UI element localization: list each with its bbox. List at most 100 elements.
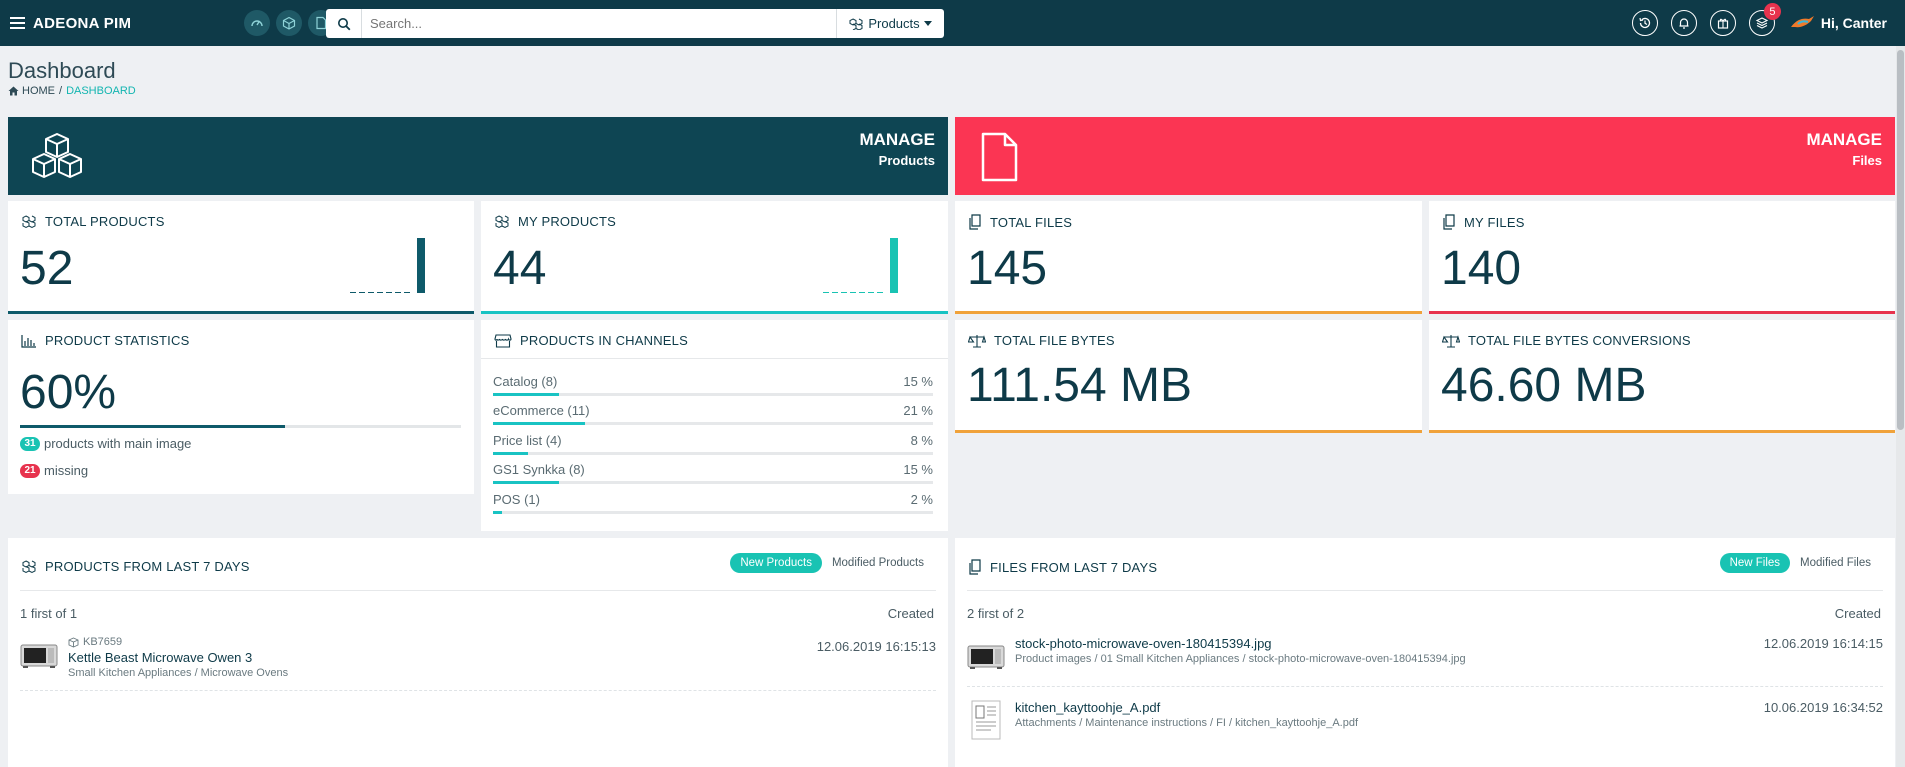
spark-dash [841,291,847,293]
manage-files-card[interactable]: MANAGE Files [955,117,1895,195]
channel-row[interactable]: Catalog (8) 15 % [493,374,933,396]
channel-bar-fill [493,422,586,425]
channel-bar-fill [493,393,559,396]
channel-bar [493,511,933,514]
bar-chart-icon [21,334,36,348]
spark-dash [404,291,410,293]
channel-name: GS1 Synkka (8) [493,462,585,477]
microwave-thumbnail [20,644,58,668]
tab-new-files[interactable]: New Files [1719,553,1791,573]
products-cube-icon[interactable] [276,10,303,36]
my-files-card[interactable]: MY FILES 140 [1429,201,1895,314]
home-icon [8,86,19,96]
spark-dash [386,291,392,293]
products-in-channels-card[interactable]: PRODUCTS IN CHANNELS Catalog (8) 15 % eCo… [481,320,948,531]
vertical-scrollbar[interactable] [1896,46,1905,767]
product-name[interactable]: Kettle Beast Microwave Owen 3 [68,650,288,665]
tab-modified-products[interactable]: Modified Products [822,553,934,573]
card-underline [955,311,1422,314]
files-created-header: Created [1834,606,1881,621]
menu-icon[interactable] [10,17,25,29]
channel-name: POS (1) [493,492,540,507]
channel-row[interactable]: eCommerce (11) 21 % [493,403,933,425]
spark-dash [868,291,874,293]
manage-files-subtitle: Files [1852,153,1882,168]
dashboard-icon[interactable] [244,10,271,36]
search-icon[interactable] [326,9,362,38]
product-code: KB7659 [83,636,123,648]
channel-bar [493,481,933,484]
channel-name: Catalog (8) [493,374,558,389]
my-files-label-text: MY FILES [1464,214,1525,230]
conversions-label-text: TOTAL FILE BYTES CONVERSIONS [1468,333,1691,348]
total-file-bytes-label: TOTAL FILE BYTES [968,333,1115,348]
spark-dash [859,291,865,293]
search-scope-dropdown[interactable]: Products [836,9,944,38]
table-row[interactable]: stock-photo-microwave-oven-180415394.jpg… [967,636,1883,682]
channel-name: eCommerce (11) [493,403,590,418]
total-products-value: 52 [20,242,74,295]
table-row[interactable]: kitchen_kayttoohje_A.pdf Attachments / M… [967,700,1883,750]
file-icon [975,131,1023,188]
search-input[interactable] [362,10,836,37]
channel-percent: 15 % [903,374,933,389]
file-name[interactable]: stock-photo-microwave-oven-180415394.jpg [1015,636,1466,651]
card-underline [1429,311,1895,314]
my-products-sparkline [823,238,898,293]
total-products-sparkline [350,238,425,293]
total-products-card[interactable]: TOTAL PRODUCTS 52 [8,201,474,314]
manage-products-card[interactable]: MANAGE Products [8,117,948,195]
my-files-label: MY FILES [1442,214,1525,230]
spark-dash [395,291,401,293]
gift-icon[interactable] [1709,10,1736,36]
scrollbar-thumb[interactable] [1897,50,1904,430]
channel-percent: 2 % [910,492,933,507]
channel-row[interactable]: GS1 Synkka (8) 15 % [493,462,933,484]
layers-icon[interactable]: 5 [1748,3,1781,36]
product-statistics-value: 60% [20,366,117,419]
channel-row[interactable]: POS (1) 2 % [493,492,933,514]
bell-icon[interactable] [1670,10,1697,36]
breadcrumb-current[interactable]: DASHBOARD [66,85,136,97]
spark-dash [359,291,365,293]
manage-files-text: MANAGE Files [1806,130,1882,168]
table-row[interactable]: KB7659 Kettle Beast Microwave Owen 3 Sma… [20,636,936,682]
total-file-bytes-card[interactable]: TOTAL FILE BYTES 111.54 MB [955,320,1422,433]
tab-modified-files[interactable]: Modified Files [1790,553,1881,573]
product-statistics-card[interactable]: PRODUCT STATISTICS 60% 31 products with … [8,320,474,494]
channel-bar-fill [493,511,502,514]
channel-bar [493,393,933,396]
history-icon[interactable] [1631,10,1658,36]
products-stack-icon [849,17,863,30]
file-name[interactable]: kitchen_kayttoohje_A.pdf [1015,700,1358,715]
top-navbar: ADEONA PIM Products [0,0,1905,46]
total-file-bytes-conversions-card[interactable]: TOTAL FILE BYTES CONVERSIONS 46.60 MB [1429,320,1895,433]
files-last7-title-text: FILES FROM LAST 7 DAYS [990,559,1158,575]
conversions-value: 46.60 MB [1441,359,1647,412]
tab-new-products[interactable]: New Products [730,553,822,573]
total-files-card[interactable]: TOTAL FILES 145 [955,201,1422,314]
products-last7-panel: PRODUCTS FROM LAST 7 DAYS New Products M… [8,538,948,767]
missing-count-badge: 21 [20,463,40,478]
channel-row[interactable]: Price list (4) 8 % [493,433,933,455]
store-icon [494,333,512,348]
card-underline [8,311,474,314]
brand[interactable]: ADEONA PIM [10,15,131,32]
spark-bar [890,238,898,293]
row-separator [967,686,1883,687]
row-separator [20,690,936,691]
channel-percent: 21 % [903,403,933,418]
user-greeting: Hi, Canter [1820,15,1887,31]
spark-bar [417,238,425,293]
manage-products-subtitle: Products [878,153,935,168]
my-products-card[interactable]: MY PRODUCTS 44 [481,201,948,314]
breadcrumb-home[interactable]: HOME [22,85,55,97]
user-menu[interactable]: Hi, Canter [1789,13,1887,33]
products-stack-icon [22,559,36,573]
spark-dash [377,291,383,293]
copy-files-icon [969,214,981,230]
product-statistics-progress [20,425,461,428]
cube-icon [68,637,79,647]
divider [481,358,948,359]
copy-files-icon [1443,214,1455,230]
